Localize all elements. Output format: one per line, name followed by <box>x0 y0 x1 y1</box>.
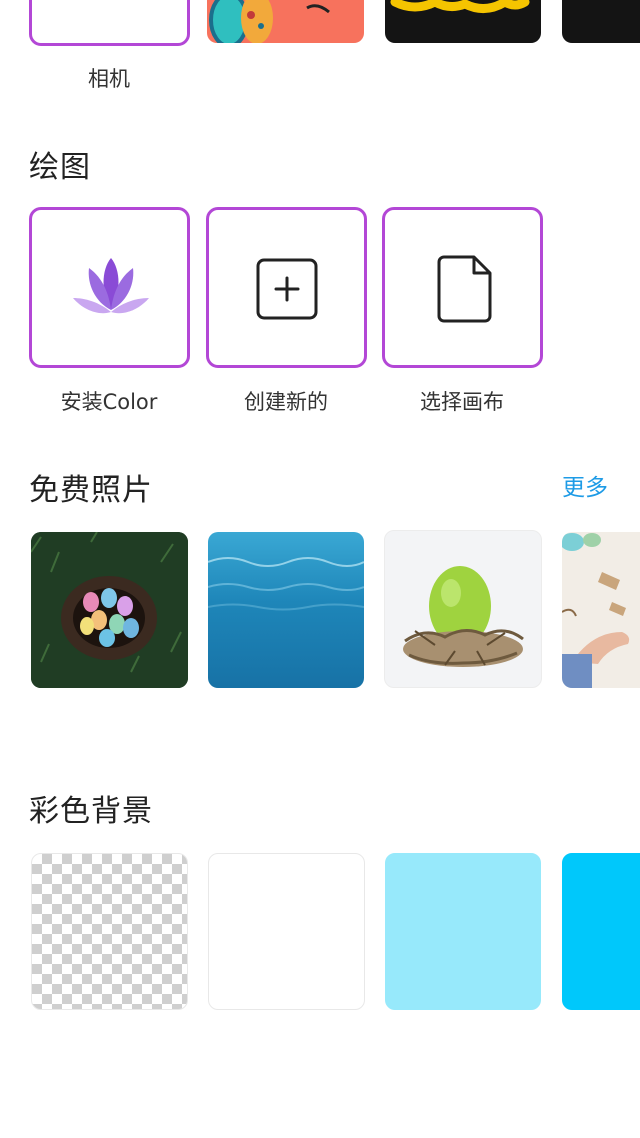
color-backgrounds-title: 彩色背景 <box>29 794 153 829</box>
photo-easter-crafts[interactable] <box>562 532 640 688</box>
install-color-label: 安装Color <box>60 390 158 414</box>
camera-tile[interactable] <box>29 0 190 46</box>
photo-green-egg[interactable] <box>384 530 542 688</box>
easter-template-thumbnail[interactable] <box>207 0 364 43</box>
document-icon <box>437 255 492 323</box>
photo-easter-nest[interactable] <box>31 532 188 688</box>
underwater-image <box>208 557 364 611</box>
green-egg-nest-image <box>403 566 524 667</box>
photo-underwater[interactable] <box>208 532 364 688</box>
select-canvas-label: 选择画布 <box>420 390 504 414</box>
background-transparent[interactable] <box>31 853 188 1010</box>
partial-template-thumbnail[interactable] <box>562 0 640 43</box>
create-new-tile[interactable] <box>206 207 367 368</box>
easter-eggs-image <box>209 0 330 43</box>
yellow-lettering-image <box>390 0 530 13</box>
more-link[interactable]: 更多 <box>562 468 608 502</box>
select-canvas-tile[interactable] <box>382 207 543 368</box>
free-photos-title: 免费照片 <box>29 473 153 508</box>
lotus-icon <box>73 258 149 314</box>
background-light-blue[interactable] <box>385 853 541 1010</box>
drawing-section-title: 绘图 <box>29 150 91 185</box>
plus-square-icon <box>256 258 318 320</box>
create-new-label: 创建新的 <box>244 390 328 414</box>
camera-label: 相机 <box>88 67 130 91</box>
background-cyan[interactable] <box>562 853 640 1010</box>
install-color-tile[interactable] <box>29 207 190 368</box>
easter-crafts-image <box>562 533 630 688</box>
background-white[interactable] <box>208 853 365 1010</box>
black-template-thumbnail[interactable] <box>385 0 541 43</box>
eggs-in-nest-image <box>31 532 188 688</box>
